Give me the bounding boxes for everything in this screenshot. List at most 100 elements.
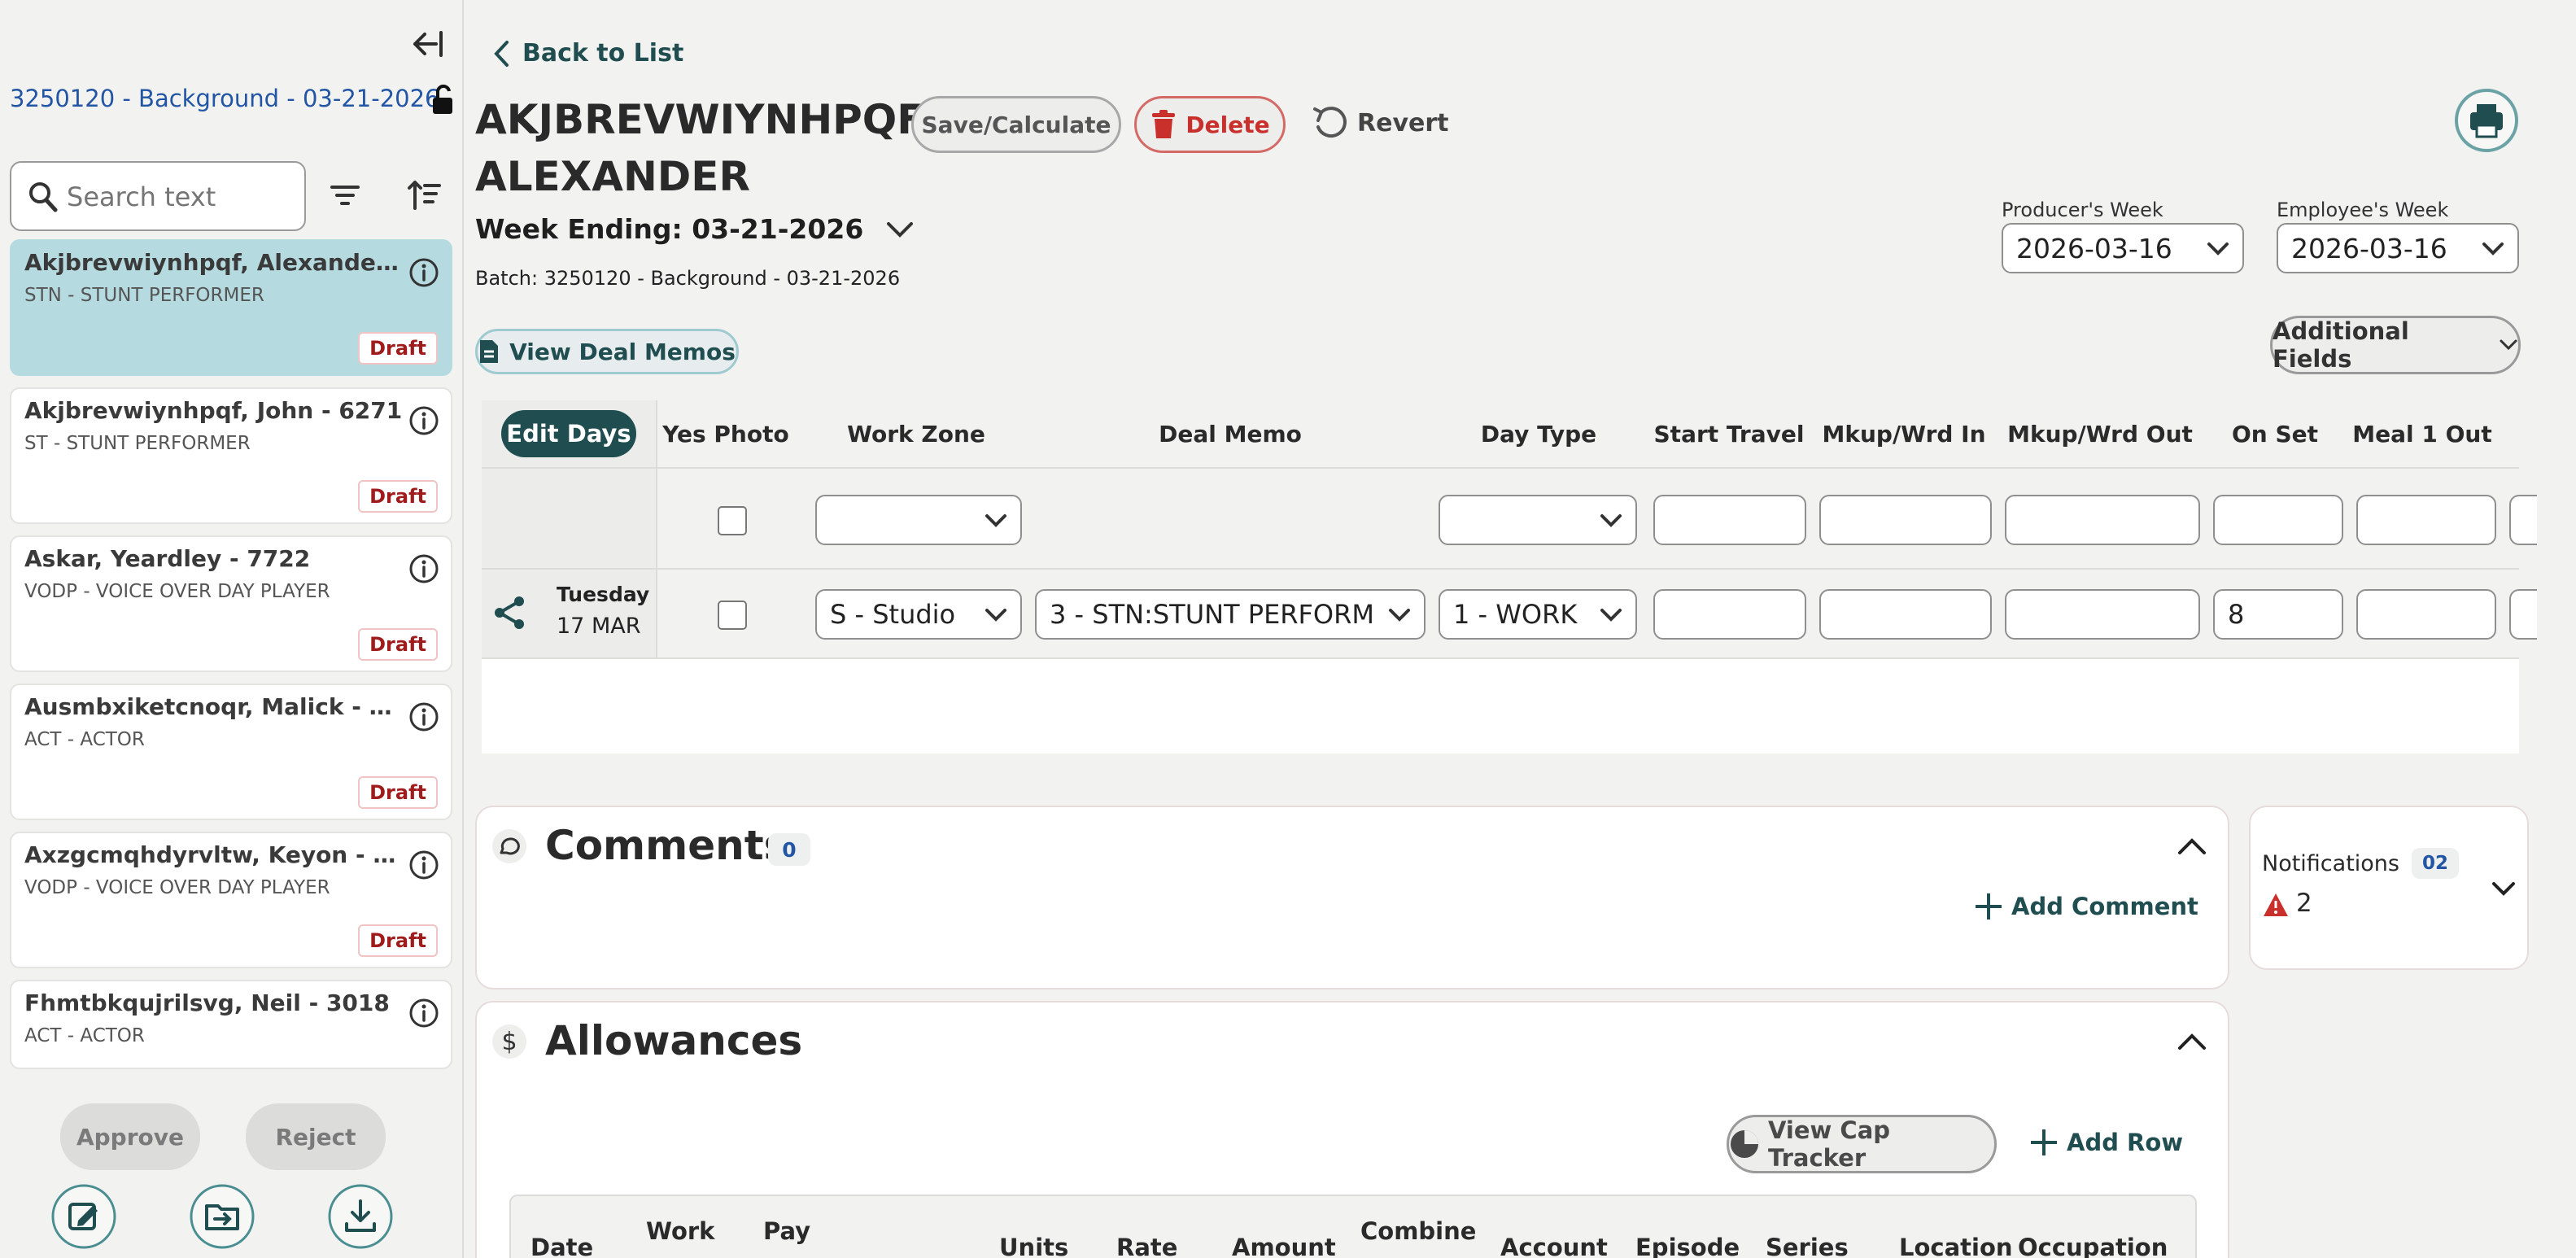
bulk-mkup-out-input[interactable] bbox=[2005, 495, 2200, 545]
approve-button[interactable]: Approve bbox=[60, 1103, 200, 1170]
employee-card[interactable]: Akjbrevwiynhpqf, John - 6271 ST - STUNT P… bbox=[10, 387, 452, 524]
edit-icon[interactable] bbox=[50, 1183, 117, 1250]
comments-title: Comments bbox=[545, 822, 788, 869]
filter-icon[interactable] bbox=[329, 181, 361, 210]
revert-label: Revert bbox=[1357, 108, 1449, 138]
chevron-left-icon bbox=[493, 40, 511, 68]
info-icon[interactable] bbox=[408, 998, 439, 1029]
col-header-on-set: On Set bbox=[2231, 420, 2319, 448]
week-ending-selector[interactable]: Week Ending: 03-21-2026 bbox=[475, 213, 914, 245]
row-next-column-input[interactable] bbox=[2509, 589, 2537, 640]
allowances-title: Allowances bbox=[545, 1017, 803, 1064]
employee-name-line2: ALEXANDER bbox=[475, 153, 750, 200]
chevron-up-icon[interactable] bbox=[2177, 1032, 2207, 1051]
bulk-start-travel-input[interactable] bbox=[1653, 495, 1806, 545]
delete-button[interactable]: Delete bbox=[1134, 96, 1286, 153]
row-yes-photo-checkbox[interactable] bbox=[718, 601, 747, 630]
bulk-mkup-in-input[interactable] bbox=[1819, 495, 1992, 545]
move-folder-icon[interactable] bbox=[189, 1183, 255, 1250]
employee-name: AKJBREVWIYNHPQF, ALEXANDER bbox=[475, 91, 933, 205]
bulk-yes-photo-checkbox[interactable] bbox=[718, 506, 747, 535]
bulk-day-type-select[interactable] bbox=[1439, 495, 1637, 545]
timecard-main: Back to List AKJBREVWIYNHPQF, ALEXANDER … bbox=[465, 0, 2576, 1258]
add-comment-button[interactable]: Add Comment bbox=[1974, 892, 2198, 921]
producers-week-value: 2026-03-16 bbox=[2016, 232, 2172, 264]
employee-card[interactable]: Akjbrevwiynhpqf, Alexander - 71... STN - … bbox=[10, 239, 452, 376]
plus-icon bbox=[1974, 892, 2003, 921]
grid-empty-area bbox=[482, 659, 2519, 753]
row-work-zone-select[interactable]: S - Studio bbox=[815, 589, 1022, 640]
chevron-down-icon bbox=[1600, 513, 1622, 529]
row-work-zone-value: S - Studio bbox=[830, 599, 956, 630]
unlock-icon[interactable] bbox=[431, 85, 456, 116]
row-deal-memo-value: 3 - STN:STUNT PERFORM bbox=[1050, 599, 1374, 630]
chevron-down-icon[interactable] bbox=[2491, 880, 2516, 897]
search-icon bbox=[28, 181, 59, 213]
info-icon[interactable] bbox=[408, 405, 439, 436]
view-deal-memos-button[interactable]: View Deal Memos bbox=[475, 329, 739, 374]
bulk-on-set-input[interactable] bbox=[2213, 495, 2343, 545]
employee-card[interactable]: Ausmbxiketcnoqr, Malick - 5853 ACT - ACTO… bbox=[10, 684, 452, 820]
add-row-button[interactable]: Add Row bbox=[2029, 1128, 2183, 1157]
download-icon[interactable] bbox=[327, 1183, 394, 1250]
additional-fields-button[interactable]: Additional Fields bbox=[2270, 316, 2521, 374]
al-col-combine: Combine bbox=[1360, 1217, 1477, 1245]
bulk-next-column-input[interactable] bbox=[2509, 495, 2537, 545]
batch-link[interactable]: 3250120 - Background - 03-21-2026 bbox=[10, 85, 440, 112]
row-day-type-value: 1 - WORK bbox=[1453, 599, 1578, 630]
share-day-icon[interactable] bbox=[493, 596, 526, 630]
employee-card[interactable]: Askar, Yeardley - 7722 VODP - VOICE OVER … bbox=[10, 535, 452, 672]
producers-week-select[interactable]: 2026-03-16 bbox=[2002, 223, 2244, 273]
info-icon[interactable] bbox=[408, 701, 439, 732]
notifications-title: Notifications bbox=[2262, 851, 2399, 876]
comments-panel: Comments 0 Add Comment bbox=[475, 806, 2229, 989]
sort-icon[interactable] bbox=[407, 177, 443, 212]
search-input[interactable] bbox=[67, 177, 295, 216]
info-icon[interactable] bbox=[408, 553, 439, 584]
bulk-work-zone-select[interactable] bbox=[815, 495, 1022, 545]
edit-days-button[interactable]: Edit Days bbox=[501, 410, 636, 457]
al-col-date: Date bbox=[530, 1234, 594, 1258]
col-header-work-zone: Work Zone bbox=[847, 420, 985, 448]
info-icon[interactable] bbox=[408, 257, 439, 288]
row-on-set-input[interactable]: 8 bbox=[2213, 589, 2343, 640]
chevron-down-icon bbox=[2207, 241, 2229, 257]
row-meal1-out-input[interactable] bbox=[2356, 589, 2496, 640]
row-mkup-in-input[interactable] bbox=[1819, 589, 1992, 640]
employee-card[interactable]: Fhmtbkqujrilsvg, Neil - 3018 ACT - ACTOR bbox=[10, 980, 452, 1069]
status-badge: Draft bbox=[358, 480, 438, 513]
row-mkup-out-input[interactable] bbox=[2005, 589, 2200, 640]
employee-card-role: ACT - ACTOR bbox=[24, 729, 145, 750]
producers-week-label: Producer's Week bbox=[2002, 199, 2163, 221]
row-day-type-select[interactable]: 1 - WORK bbox=[1439, 589, 1637, 640]
bulk-meal1-out-input[interactable] bbox=[2356, 495, 2496, 545]
row-deal-memo-select[interactable]: 3 - STN:STUNT PERFORM bbox=[1035, 589, 1426, 640]
reject-button[interactable]: Reject bbox=[246, 1103, 386, 1170]
row-start-travel-input[interactable] bbox=[1653, 589, 1806, 640]
back-to-list-link[interactable]: Back to List bbox=[493, 39, 683, 68]
col-header-day-type: Day Type bbox=[1480, 420, 1597, 448]
chevron-up-icon[interactable] bbox=[2177, 836, 2207, 856]
employee-card[interactable]: Axzgcmqhdyrvltw, Keyon - 6523 VODP - VOIC… bbox=[10, 832, 452, 968]
chevron-down-icon bbox=[985, 513, 1007, 529]
col-header-deal-memo: Deal Memo bbox=[1159, 420, 1302, 448]
collapse-sidebar-icon[interactable] bbox=[410, 29, 444, 59]
col-header-mkup-in: Mkup/Wrd In bbox=[1822, 420, 1986, 448]
revert-button[interactable]: Revert bbox=[1312, 104, 1449, 142]
employees-week-value: 2026-03-16 bbox=[2291, 232, 2447, 264]
view-cap-tracker-button[interactable]: View Cap Tracker bbox=[1727, 1115, 1997, 1173]
search-box[interactable] bbox=[10, 161, 306, 231]
print-icon[interactable] bbox=[2454, 88, 2519, 153]
save-calculate-button[interactable]: Save/Calculate bbox=[911, 96, 1121, 153]
al-col-units: Units bbox=[999, 1234, 1069, 1258]
al-col-location: Location bbox=[1899, 1234, 2013, 1258]
allowances-panel: $ Allowances View Cap Tracker Add Row bbox=[475, 1001, 2229, 1258]
add-comment-label: Add Comment bbox=[2011, 893, 2198, 920]
employees-week-select[interactable]: 2026-03-16 bbox=[2277, 223, 2519, 273]
chevron-down-icon bbox=[2482, 241, 2504, 257]
notifications-panel[interactable]: Notifications 02 2 bbox=[2249, 806, 2529, 970]
view-deal-memos-label: View Deal Memos bbox=[509, 338, 736, 365]
warning-icon bbox=[2262, 892, 2290, 918]
info-icon[interactable] bbox=[408, 850, 439, 880]
al-col-account: Account bbox=[1500, 1234, 1608, 1258]
